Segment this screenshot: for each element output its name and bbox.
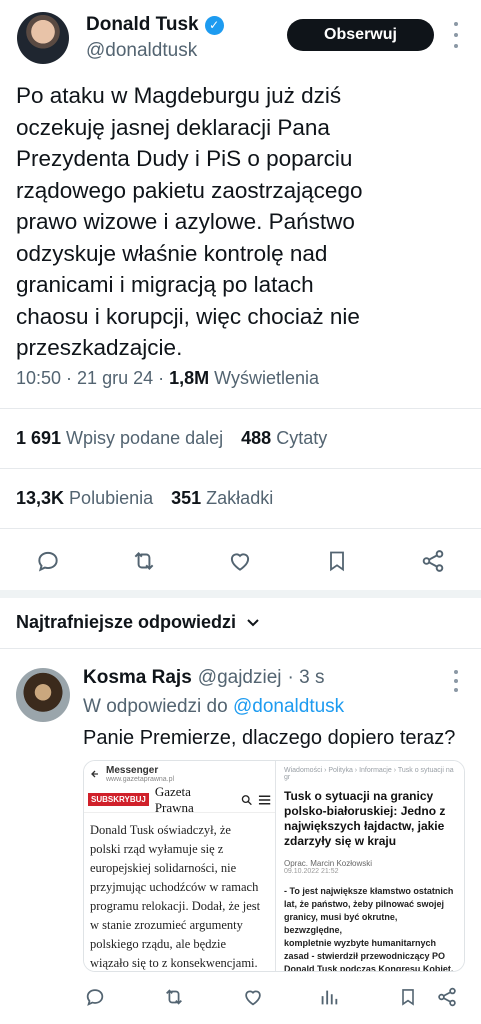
bookmark-icon[interactable] [396,985,420,1009]
repost-icon[interactable] [162,985,186,1009]
replies-section-title: Najtrafniejsze odpowiedzi [16,612,237,632]
search-icon [241,794,252,805]
tweet-text-line: Po ataku w Magdeburgu już dziś [16,83,342,108]
share-icon[interactable] [435,985,459,1009]
share-icon[interactable] [418,546,448,576]
reposts-stat[interactable]: 1 691 Wpisy podane dalej [16,428,223,449]
views-icon[interactable] [317,985,341,1009]
tweet-text-line: chaosu i korupcji, więc chociaż nie [16,303,360,329]
more-options-icon[interactable] [449,22,463,48]
tweet-time[interactable]: 10:50 · 21 gru 24 · [16,368,164,388]
follow-button[interactable]: Obserwuj [287,19,434,51]
reply-author-name[interactable]: Kosma Rajs [83,667,192,689]
repost-icon[interactable] [129,546,159,576]
quotes-stat[interactable]: 488 Cytaty [241,428,327,449]
reply-action-bar [83,985,465,1011]
like-icon[interactable] [241,985,265,1009]
reply-text: Panie Premierze, dlaczego dopiero teraz? [83,727,456,749]
author-name[interactable]: Donald Tusk [86,14,199,36]
author-avatar[interactable] [17,12,69,64]
gazeta-bar: SUBSKRYBUJ Gazeta Prawna [84,783,275,815]
tweet-header: Donald Tusk ✓ @donaldtusk Obserwuj [0,0,481,78]
messenger-url: www.gazetaprawna.pl [106,776,175,783]
section-separator [0,590,481,598]
article-title: Tusk o sytuacji na granicy polsko-białor… [284,789,446,848]
tweet-text-line: granicami i migracją po latach [16,272,314,297]
bookmark-icon[interactable] [322,546,352,576]
likes-stat[interactable]: 13,3K Polubienia [16,488,153,509]
reply-more-options-icon[interactable] [449,670,463,692]
tweet-text-line: prawo wizowe i azylowe. Państwo [16,209,355,234]
reply-to-line: W odpowiedzi do @donaldtusk [83,696,345,717]
media-image-right[interactable]: Wiadomości › Polityka › Informacje › Tus… [276,761,464,971]
tweet-text-line: odzyskuje właśnie kontrolę nad [16,240,328,266]
back-arrow-icon [91,770,98,778]
reply-icon[interactable] [33,546,63,576]
divider [0,468,481,469]
reply-to-link[interactable]: @donaldtusk [233,696,344,717]
reply-age: · 3 s [287,667,325,688]
tweet-meta: 10:50 · 21 gru 24 · 1,8M Wyświetlenia [16,368,319,389]
verified-badge-icon: ✓ [204,15,224,35]
menu-icon [258,794,271,805]
like-icon[interactable] [225,546,255,576]
chevron-down-icon [247,618,259,626]
author-name-row[interactable]: Donald Tusk ✓ [86,14,224,36]
replies-sort-dropdown[interactable]: Najtrafniejsze odpowiedzi [16,612,260,633]
reply-avatar[interactable] [16,668,70,722]
article-breadcrumb: Wiadomości › Polityka › Informacje › Tus… [284,767,454,781]
reply-icon[interactable] [83,985,107,1009]
tweet-text-line: Prezydenta Dudy i PiS o poparciu [16,146,353,171]
subscribe-badge: SUBSKRYBUJ [88,793,149,806]
reposts-quotes-row: 1 691 Wpisy podane dalej 488 Cytaty [16,428,327,449]
gazeta-logo: Gazeta Prawna [154,783,194,815]
article-author: Oprac. Marcin Kozłowski [284,859,373,868]
messenger-title: Messenger [106,765,159,776]
media-image-left[interactable]: Messenger www.gazetaprawna.pl SUBSKRYBUJ… [84,761,276,971]
article-date: 09.10.2022 21:52 [284,868,339,875]
divider [0,528,481,529]
tweet-text-line: rządowego pakietu zaostrzającego [16,177,363,203]
divider [0,408,481,409]
tweet-text: Po ataku w Magdeburgu już dziś oczekuję … [16,80,472,364]
reply-author-handle[interactable]: @gajdziej [198,667,282,689]
views-count: 1,8M [169,368,210,388]
views-label: Wyświetlenia [214,368,320,388]
article-body: - To jest największe kłamstwo ostatnich … [284,886,454,972]
gazeta-article-text: Donald Tusk oświadczył, że polski rząd w… [90,823,261,970]
reply-media[interactable]: Messenger www.gazetaprawna.pl SUBSKRYBUJ… [83,760,465,972]
reply-header: Kosma Rajs @gajdziej · 3 s [83,667,324,689]
tweet-action-bar [0,540,481,580]
divider [0,648,481,649]
author-handle[interactable]: @donaldtusk [86,40,197,62]
bookmarks-stat[interactable]: 351 Zakładki [171,488,273,509]
tweet-text-line: przeszkadzajcie. [16,335,183,360]
tweet-text-line: oczekuję jasnej deklaracji Pana [16,114,330,140]
likes-bookmarks-row: 13,3K Polubienia 351 Zakładki [16,488,273,509]
